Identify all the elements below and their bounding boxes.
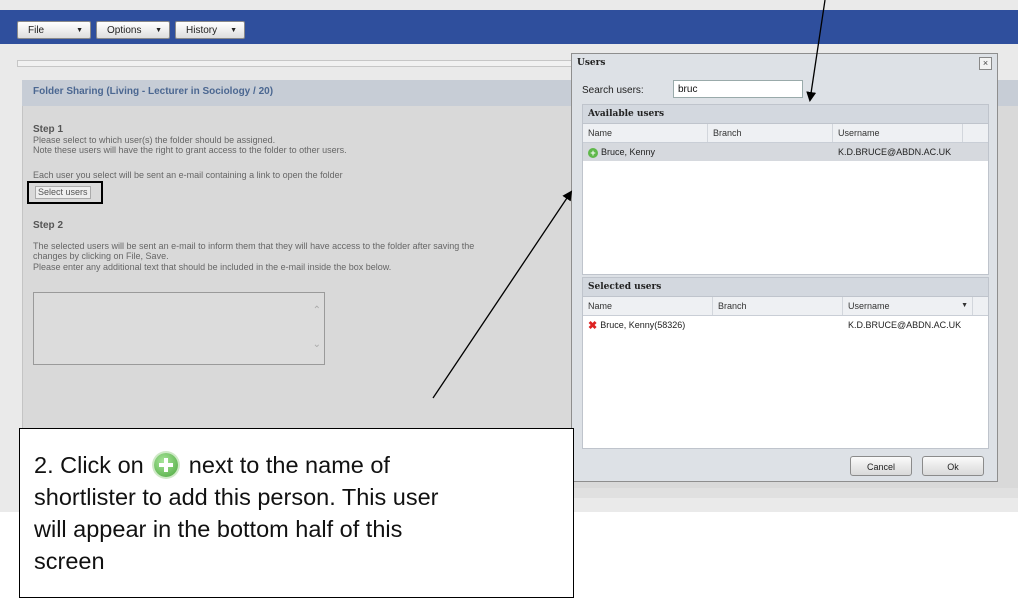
callout-line-4: screen	[34, 548, 105, 574]
column-branch[interactable]: Branch	[708, 124, 833, 142]
breadcrumb-strip	[17, 60, 619, 67]
green-plus-icon	[154, 453, 179, 477]
available-users-section: Available users Name Branch Username + Br…	[582, 104, 989, 275]
table-row[interactable]: ✖ Bruce, Kenny(58326) K.D.BRUCE@ABDN.AC.U…	[583, 316, 988, 334]
chevron-down-icon: ▼	[230, 27, 237, 34]
select-users-button[interactable]: Select users	[35, 186, 91, 199]
callout-line-1: 2. Click on next to the name of	[34, 449, 390, 481]
selected-users-header: Name Branch Username ▼	[583, 297, 988, 316]
close-icon[interactable]: ×	[979, 57, 992, 70]
remove-user-icon[interactable]: ✖	[588, 317, 597, 335]
available-users-header: Name Branch Username	[583, 124, 988, 143]
step1-email-note: Each user you select will be sent an e-m…	[33, 170, 343, 180]
column-username-label: Username	[848, 301, 890, 311]
column-branch[interactable]: Branch	[713, 297, 843, 315]
step1-line: Please select to which user(s) the folde…	[33, 135, 276, 145]
email-text-area[interactable]: ⌃ ⌄	[33, 292, 325, 365]
column-username[interactable]: Username	[833, 124, 963, 142]
callout-line-3: will appear in the bottom half of this	[34, 516, 403, 542]
step1-title: Step 1	[33, 124, 64, 135]
search-input[interactable]	[673, 80, 803, 98]
user-username: K.D.BRUCE@ABDN.AC.UK	[848, 320, 962, 330]
step2-line: changes by clicking on File, Save.	[33, 251, 169, 261]
step2-line: The selected users will be sent an e-mai…	[33, 241, 475, 251]
callout-text: 2. Click on	[34, 452, 144, 478]
user-name: Bruce, Kenny(58326)	[600, 320, 686, 330]
chevron-down-icon[interactable]: ▼	[961, 297, 968, 315]
selected-users-section: Selected users Name Branch Username ▼ ✖ Br…	[582, 277, 989, 449]
select-users-highlight: Select users	[27, 181, 103, 204]
table-row[interactable]: + Bruce, Kenny K.D.BRUCE@ABDN.AC.UK	[583, 143, 988, 161]
callout-line-2: shortlister to add this person. This use…	[34, 484, 439, 510]
file-menu-label: File	[28, 25, 45, 36]
search-label: Search users:	[582, 85, 644, 96]
history-menu-label: History	[186, 25, 218, 36]
selected-users-title: Selected users	[583, 278, 988, 297]
step2-line: Please enter any additional text that sh…	[33, 262, 392, 272]
chevron-down-icon: ▼	[155, 27, 162, 34]
panel-title: Folder Sharing (Living - Lecturer in Soc…	[33, 86, 274, 97]
user-name: Bruce, Kenny	[601, 147, 656, 157]
dialog-title: Users	[577, 58, 606, 68]
options-menu-label: Options	[107, 25, 142, 36]
column-name[interactable]: Name	[583, 297, 713, 315]
instruction-callout: 2. Click on next to the name of shortlis…	[19, 428, 574, 598]
chevron-down-icon: ▼	[76, 27, 83, 34]
history-menu-button[interactable]: History ▼	[175, 21, 245, 39]
available-users-title: Available users	[583, 105, 988, 124]
ok-button[interactable]: Ok	[922, 456, 984, 476]
column-name[interactable]: Name	[583, 124, 708, 142]
users-dialog: Users × Search users: Available users Na…	[571, 53, 998, 482]
cancel-button[interactable]: Cancel	[850, 456, 912, 476]
scroll-up-icon[interactable]: ⌃	[313, 305, 321, 316]
add-user-icon[interactable]: +	[588, 147, 598, 158]
column-username[interactable]: Username ▼	[843, 297, 973, 315]
file-menu-button[interactable]: File ▼	[17, 21, 91, 39]
callout-text: next to the name of	[188, 452, 390, 478]
scroll-down-icon[interactable]: ⌄	[313, 339, 321, 350]
options-menu-button[interactable]: Options ▼	[96, 21, 170, 39]
step1-line: Note these users will have the right to …	[33, 145, 347, 155]
step2-title: Step 2	[33, 220, 64, 231]
user-username: K.D.BRUCE@ABDN.AC.UK	[838, 147, 952, 157]
